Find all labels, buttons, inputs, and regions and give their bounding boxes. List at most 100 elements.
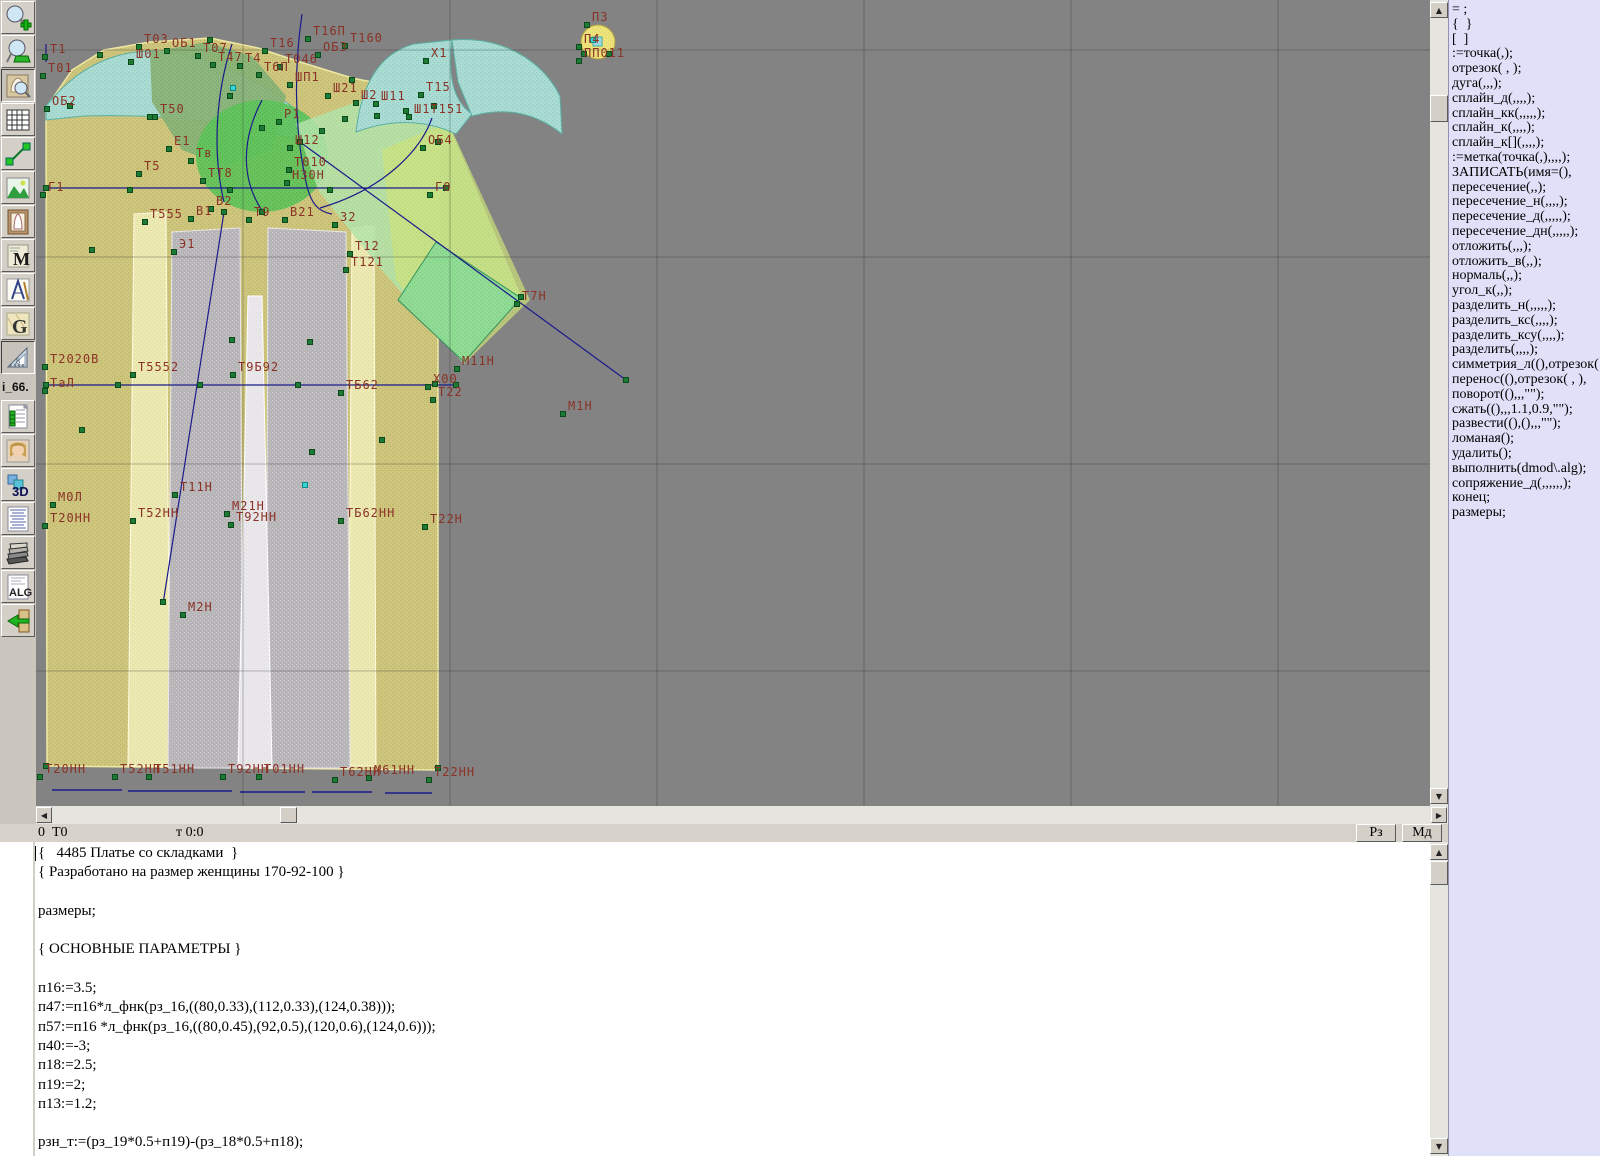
point-marker[interactable]: [224, 511, 230, 517]
point-marker[interactable]: [97, 52, 103, 58]
point-marker[interactable]: [560, 411, 566, 417]
program-editor[interactable]: { 4485 Платье со складками }{ Разработан…: [0, 842, 1430, 1156]
point-marker[interactable]: [420, 145, 426, 151]
point-marker[interactable]: [309, 449, 315, 455]
point-marker[interactable]: [349, 77, 355, 83]
point-marker[interactable]: [581, 51, 587, 57]
point-marker[interactable]: [136, 44, 142, 50]
point-marker[interactable]: [287, 82, 293, 88]
function-list-item[interactable]: выполнить(dmod\.alg);: [1452, 462, 1600, 477]
zoom-in-button[interactable]: [1, 1, 35, 34]
point-marker[interactable]: [576, 44, 582, 50]
point-marker[interactable]: [89, 247, 95, 253]
editor-scroll-down-icon[interactable]: ▼: [1430, 1138, 1448, 1154]
point-marker[interactable]: [136, 171, 142, 177]
function-list-item[interactable]: конец;: [1452, 491, 1600, 506]
point-marker[interactable]: [432, 381, 438, 387]
point-marker[interactable]: [606, 51, 612, 57]
point-marker[interactable]: [237, 63, 243, 69]
function-list-item[interactable]: перенос((),отрезок( , ),: [1452, 373, 1600, 388]
point-marker[interactable]: [256, 72, 262, 78]
function-list-item[interactable]: :=точка(,);: [1452, 47, 1600, 62]
point-marker[interactable]: [584, 22, 590, 28]
exit-button[interactable]: [1, 604, 35, 637]
rz-button[interactable]: Рз: [1356, 824, 1396, 842]
function-list-item[interactable]: размеры;: [1452, 506, 1600, 521]
md-button[interactable]: Мд: [1402, 824, 1442, 842]
point-marker[interactable]: [40, 73, 46, 79]
point-marker[interactable]: [207, 37, 213, 43]
point-marker[interactable]: [315, 52, 321, 58]
point-marker[interactable]: [427, 192, 433, 198]
point-marker[interactable]: [623, 377, 629, 383]
point-marker[interactable]: [172, 492, 178, 498]
point-marker[interactable]: [67, 103, 73, 109]
ruler-button[interactable]: 8: [1, 341, 35, 374]
point-marker[interactable]: [374, 113, 380, 119]
canvas-hscroll-thumb[interactable]: [280, 807, 297, 823]
function-list-item[interactable]: сплайн_д(,,,,);: [1452, 92, 1600, 107]
point-marker[interactable]: [42, 523, 48, 529]
point-marker[interactable]: [130, 518, 136, 524]
point-marker[interactable]: [147, 114, 153, 120]
point-marker[interactable]: [443, 185, 449, 191]
cyan-point-marker[interactable]: [590, 37, 596, 43]
point-marker[interactable]: [338, 390, 344, 396]
point-marker[interactable]: [262, 48, 268, 54]
function-list-item[interactable]: отрезок( , );: [1452, 62, 1600, 77]
point-marker[interactable]: [454, 366, 460, 372]
point-marker[interactable]: [79, 427, 85, 433]
point-marker[interactable]: [366, 775, 372, 781]
point-marker[interactable]: [297, 139, 303, 145]
point-marker[interactable]: [327, 187, 333, 193]
view-3d-button[interactable]: 3D: [1, 468, 35, 501]
point-marker[interactable]: [430, 397, 436, 403]
scroll-left-icon[interactable]: ◀: [36, 807, 52, 823]
function-list-item[interactable]: нормаль(,,);: [1452, 269, 1600, 284]
point-marker[interactable]: [43, 763, 49, 769]
function-list-item[interactable]: сжать((),,,1.1,0.9,"");: [1452, 403, 1600, 418]
point-marker[interactable]: [180, 612, 186, 618]
function-list-item[interactable]: разделить(,,,,);: [1452, 343, 1600, 358]
canvas-hscrollbar[interactable]: [36, 806, 1448, 824]
point-marker[interactable]: [423, 58, 429, 64]
zoom-area-button[interactable]: [1, 35, 35, 68]
point-marker[interactable]: [227, 93, 233, 99]
point-marker[interactable]: [353, 100, 359, 106]
grading-button[interactable]: G: [1, 307, 35, 340]
point-marker[interactable]: [518, 294, 524, 300]
point-marker[interactable]: [127, 187, 133, 193]
point-marker[interactable]: [44, 106, 50, 112]
point-marker[interactable]: [282, 217, 288, 223]
point-marker[interactable]: [43, 185, 49, 191]
function-list-item[interactable]: разделить_н(,,,,,);: [1452, 299, 1600, 314]
point-marker[interactable]: [342, 43, 348, 49]
model-photo-button[interactable]: [1, 434, 35, 467]
point-marker[interactable]: [435, 139, 441, 145]
point-marker[interactable]: [343, 267, 349, 273]
point-marker[interactable]: [160, 599, 166, 605]
point-marker[interactable]: [142, 219, 148, 225]
point-marker[interactable]: [403, 108, 409, 114]
point-marker[interactable]: [227, 187, 233, 193]
measure-button[interactable]: [1, 137, 35, 170]
point-marker[interactable]: [332, 777, 338, 783]
point-marker[interactable]: [373, 101, 379, 107]
function-list-item[interactable]: разделить_кс(,,,,);: [1452, 314, 1600, 329]
view-piece-button[interactable]: [1, 69, 35, 102]
function-list-item[interactable]: сплайн_к(,,,,);: [1452, 121, 1600, 136]
function-list-item[interactable]: отложить_в(,,);: [1452, 255, 1600, 270]
point-marker[interactable]: [200, 178, 206, 184]
point-marker[interactable]: [220, 774, 226, 780]
point-marker[interactable]: [42, 364, 48, 370]
point-marker[interactable]: [287, 145, 293, 151]
point-marker[interactable]: [259, 209, 265, 215]
point-marker[interactable]: [37, 774, 43, 780]
point-marker[interactable]: [277, 64, 283, 70]
function-list-item[interactable]: пересечение_н(,,,,);: [1452, 195, 1600, 210]
point-marker[interactable]: [453, 382, 459, 388]
point-marker[interactable]: [307, 339, 313, 345]
function-list-item[interactable]: ЗАПИСАТЬ(имя=(),: [1452, 166, 1600, 181]
function-list-item[interactable]: развести((),(),,,"");: [1452, 417, 1600, 432]
point-marker[interactable]: [195, 53, 201, 59]
